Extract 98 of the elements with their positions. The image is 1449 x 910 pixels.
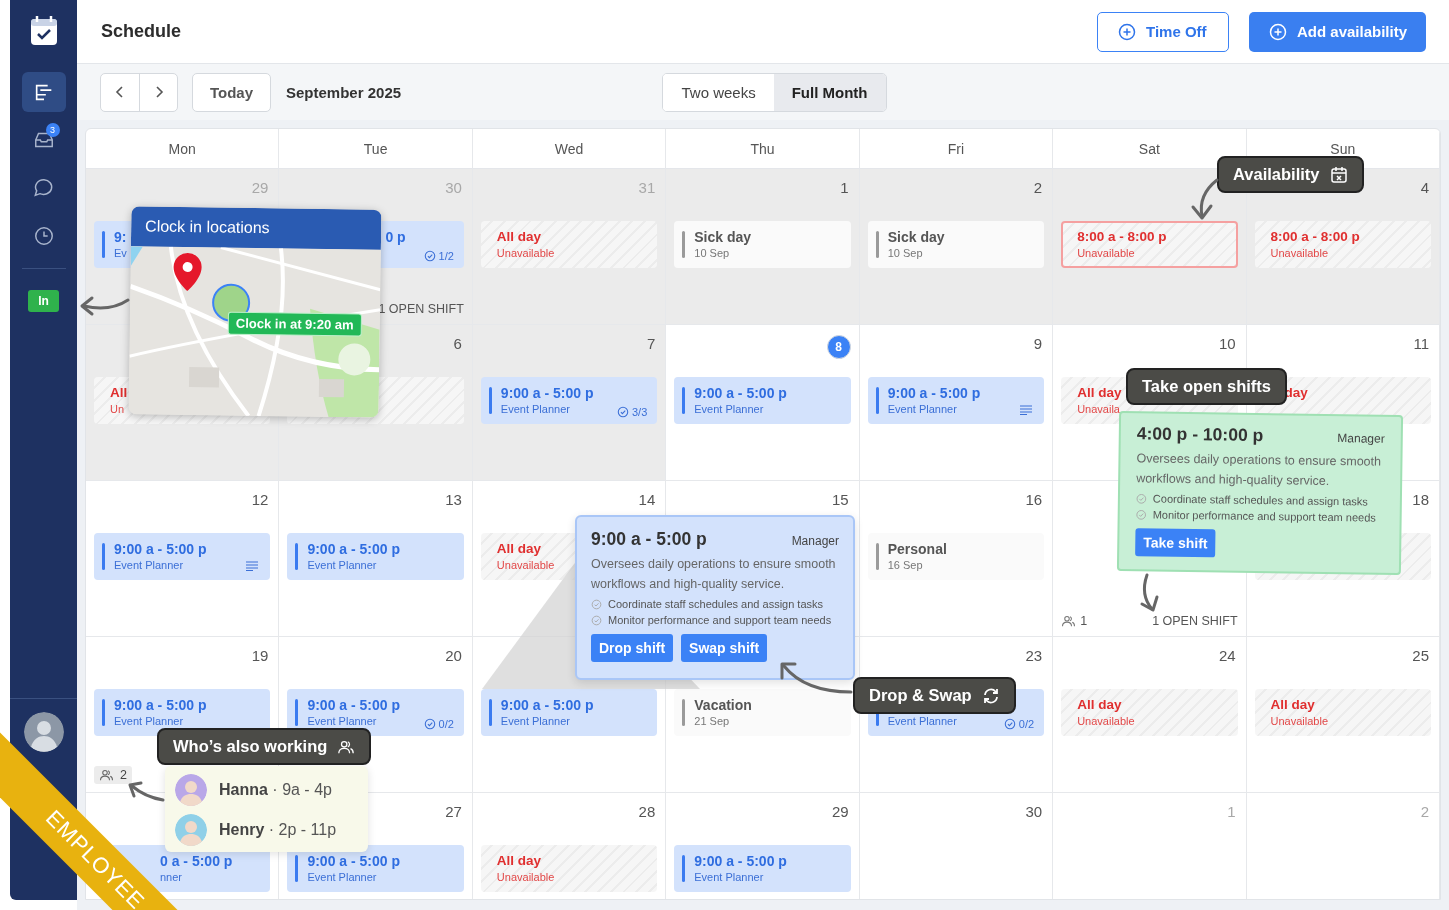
shift-role: Event Planner bbox=[887, 402, 957, 417]
event-title: All day bbox=[496, 228, 542, 246]
shift-role: Event Planner bbox=[307, 870, 377, 885]
shift-time: 9:00 a - 5:00 p bbox=[307, 540, 401, 558]
day-number: 6 bbox=[453, 334, 463, 352]
day-number: 9 bbox=[1033, 334, 1044, 352]
event-title: All day bbox=[496, 852, 542, 870]
day-number: 15 bbox=[832, 490, 850, 508]
day-number: 7 bbox=[646, 334, 657, 352]
day-number: 29 bbox=[251, 178, 270, 196]
day-number: 11 bbox=[1413, 334, 1430, 352]
event-subtitle: Unavailable bbox=[1270, 714, 1329, 729]
event-subtitle: Unavailable bbox=[1077, 246, 1135, 261]
event-subtitle: Unavaila bbox=[1077, 402, 1120, 417]
day-number: 25 bbox=[1412, 646, 1430, 664]
shift-role: Event Planner bbox=[694, 402, 764, 417]
event-title: All bbox=[110, 384, 128, 402]
day-number: 8 bbox=[826, 335, 851, 359]
event-title: 8:00 a - 8:00 p bbox=[1077, 228, 1167, 246]
day-number: 12 bbox=[251, 490, 270, 508]
day-number: 30 bbox=[1025, 802, 1044, 820]
event-subtitle: Unavailable bbox=[1077, 714, 1135, 729]
day-number: 13 bbox=[445, 490, 463, 508]
people-count: 1 bbox=[1080, 614, 1088, 628]
day-number: 28 bbox=[638, 802, 657, 820]
coworker-count: 2 bbox=[120, 768, 127, 782]
event-title: Sick day bbox=[694, 228, 752, 246]
shift-role: Event Planner bbox=[114, 558, 184, 573]
shift-time: 0 p bbox=[385, 228, 406, 246]
shift-role: Event Planner bbox=[500, 402, 570, 417]
day-number: 14 bbox=[638, 490, 657, 508]
card-title: Clock in locations bbox=[130, 206, 382, 250]
callout-label: Drop & Swap bbox=[869, 686, 972, 705]
shift-role: Event Planner bbox=[500, 714, 570, 729]
shift-role: Event Planner bbox=[694, 870, 764, 885]
day-number: 31 bbox=[638, 178, 657, 196]
event-title: Vacation bbox=[694, 696, 752, 714]
event-title: All day bbox=[496, 540, 542, 558]
day-number: 4 bbox=[1420, 178, 1430, 196]
shift-role: Manager bbox=[791, 534, 839, 548]
day-number: 20 bbox=[445, 646, 463, 664]
shift-time: 0 a - 5:00 p bbox=[160, 852, 233, 870]
day-number: 1 bbox=[840, 178, 850, 196]
unread-badge: 3 bbox=[45, 123, 60, 137]
shift-time: 9:00 a - 5:00 p bbox=[307, 696, 401, 714]
shift-role: Event Planner bbox=[114, 714, 184, 729]
shift-role: Event Planner bbox=[887, 714, 957, 729]
clock-in-badge: Clock in at 9:20 am bbox=[227, 311, 362, 337]
task-text: Coordinate staff schedules and assign tasks bbox=[1152, 492, 1368, 508]
assigned-count: 0/2 bbox=[438, 718, 454, 730]
shift-time: 9:00 a - 5:00 p bbox=[500, 696, 594, 714]
shift-role: Manager bbox=[1337, 431, 1385, 446]
shift-time: 9:00 a - 5:00 p bbox=[694, 384, 787, 402]
shift-role: Event Planner bbox=[307, 714, 377, 729]
event-title: All day bbox=[1077, 696, 1122, 714]
event-subtitle: 16 Sep bbox=[887, 558, 923, 573]
open-shifts-tooltip: Take open shifts bbox=[1126, 368, 1287, 405]
event-subtitle: Unavailable bbox=[496, 246, 555, 261]
assigned-count: 1/2 bbox=[438, 250, 454, 262]
shift-role: Ev bbox=[114, 246, 127, 261]
event-subtitle: 21 Sep bbox=[694, 714, 730, 729]
day-number: 2 bbox=[1420, 802, 1430, 820]
day-number: 27 bbox=[445, 802, 463, 820]
event-title: Personal bbox=[887, 540, 947, 558]
event-title: All day bbox=[1270, 696, 1315, 714]
page-title: Schedule bbox=[101, 21, 182, 42]
event-subtitle: Un bbox=[110, 402, 125, 417]
shift-role: nner bbox=[160, 870, 183, 885]
event-title: 8:00 a - 8:00 p bbox=[1270, 228, 1360, 246]
event-subtitle: Unavailable bbox=[496, 558, 555, 573]
shift-time: 9:00 a - 5:00 p bbox=[887, 384, 981, 402]
day-number: 29 bbox=[832, 802, 850, 820]
day-number: 2 bbox=[1033, 178, 1044, 196]
day-number: 16 bbox=[1025, 490, 1044, 508]
shift-time: 9:00 a - 5:00 p bbox=[500, 384, 594, 402]
shift-time: 9:00 a - 5:00 p bbox=[114, 696, 207, 714]
day-number: 23 bbox=[1025, 646, 1044, 664]
event-title: Sick day bbox=[887, 228, 945, 246]
shift-time: 9:00 a - 5:00 p bbox=[307, 852, 401, 870]
day-number: 10 bbox=[1218, 334, 1237, 352]
event-title: All day bbox=[1077, 384, 1122, 402]
month-label: September 2025 bbox=[286, 83, 402, 101]
task-text: Monitor performance and support team needs bbox=[1152, 508, 1376, 524]
shift-time: 9: bbox=[114, 228, 127, 246]
shift-time: 9:00 a - 5:00 p bbox=[114, 540, 207, 558]
shift-role: Event Planner bbox=[307, 558, 377, 573]
event-subtitle: Unavailable bbox=[496, 870, 555, 885]
event-subtitle: Unavailable bbox=[1270, 246, 1329, 261]
day-number: 19 bbox=[251, 646, 270, 664]
day-number: 1 bbox=[1227, 802, 1237, 820]
day-number: 24 bbox=[1218, 646, 1237, 664]
assigned-count: 0/2 bbox=[1018, 718, 1035, 730]
event-subtitle: 10 Sep bbox=[694, 246, 730, 261]
day-number: 18 bbox=[1412, 490, 1430, 508]
assigned-count: 3/3 bbox=[632, 406, 648, 418]
shift-time: 9:00 a - 5:00 p bbox=[694, 852, 787, 870]
day-number: 30 bbox=[445, 178, 463, 196]
event-subtitle: 10 Sep bbox=[887, 246, 923, 261]
